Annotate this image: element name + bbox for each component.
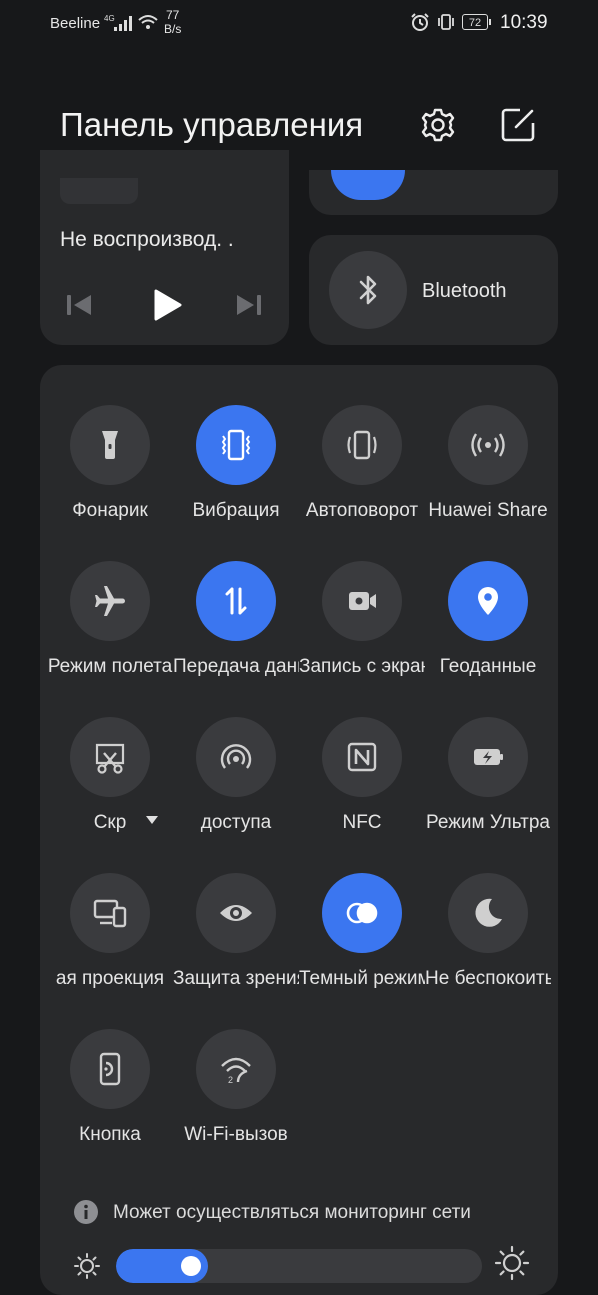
tile-label: Геоданные [439,656,537,677]
signal-icon: 4G [104,14,132,31]
data-transfer-icon [225,587,247,615]
ultra-battery-icon [474,749,503,765]
tile-nfc-button[interactable] [322,717,402,797]
network-speed: 77 B/s [164,8,182,36]
tile-label: Автоповорот [305,500,419,521]
tile-label: Режим Ультра [426,812,550,833]
tile-location-button[interactable] [448,561,528,641]
camera-icon [349,592,376,610]
tile-eye-button[interactable] [196,873,276,953]
tile-auto-rotate-button[interactable] [322,405,402,485]
bluetooth-label: Bluetooth [422,280,507,302]
tile-label: Темный режим [299,968,425,989]
wifi-card[interactable] [309,170,558,215]
hotspot-icon [220,744,252,769]
brightness-high-icon [494,1245,530,1281]
tile-label: Не беспокоить [425,968,551,989]
tile-hotspot-button[interactable] [196,717,276,797]
screenshot-icon [95,743,125,774]
nfc-icon [347,742,377,772]
brightness-low-icon [74,1253,100,1279]
tile-data-transfer-button[interactable] [196,561,276,641]
tile-camera-button[interactable] [322,561,402,641]
tile-label: NFC [342,812,382,833]
tile-label: Кнопка [79,1124,141,1145]
tile-label: Передача данных [173,656,299,677]
share-icon [471,433,505,457]
tile-label: Wi-Fi-вызов [184,1124,288,1145]
chevron-down-icon[interactable] [146,816,158,824]
tile-label: Вибрация [192,500,280,521]
tile-label: доступа [200,812,272,833]
brightness-knob[interactable] [181,1256,201,1276]
info-icon [74,1200,98,1224]
bluetooth-icon [359,275,377,305]
clock: 10:39 [500,12,548,33]
tile-label: Режим полета [47,656,173,677]
tile-projection-button[interactable] [70,873,150,953]
tile-moon-button[interactable] [448,873,528,953]
tile-label: Фонарик [72,500,148,521]
page-title: Панель управления [60,106,364,143]
media-status: Не воспроизвод. . [60,228,234,251]
moon-icon [475,898,502,927]
album-art [60,178,138,204]
battery-indicator: 72 [462,14,491,30]
gear-icon[interactable] [418,105,458,145]
eye-icon [220,905,252,921]
svg-text:2: 2 [228,1075,233,1085]
bluetooth-toggle[interactable] [329,251,407,329]
brightness-slider[interactable] [116,1249,482,1283]
tile-screenshot-button[interactable] [70,717,150,797]
edit-icon[interactable] [498,105,538,145]
next-track-icon[interactable] [234,292,264,318]
tile-vibration-button[interactable] [196,405,276,485]
flashlight-icon [102,431,118,459]
projection-icon [93,899,127,928]
phone-button-icon [99,1052,121,1086]
carrier-name: Beeline [50,15,101,32]
tile-label: Запись с экрана [299,656,425,677]
status-bar: Beeline 4G 77 B/s 72 10:39 [0,0,598,48]
tile-dark-mode-button[interactable] [322,873,402,953]
play-icon[interactable] [148,287,184,323]
tile-wifi-call-button[interactable]: 2 [196,1029,276,1109]
dark-mode-icon [346,902,378,924]
tile-label: Защита зрения [173,968,299,989]
vibrate-status-icon [438,14,454,30]
tile-label: ая проекция [55,968,165,989]
wifi-icon [138,15,158,29]
airplane-icon [95,586,125,616]
location-icon [478,587,498,615]
previous-track-icon[interactable] [64,292,94,318]
tile-flashlight-button[interactable] [70,405,150,485]
alarm-icon [411,13,429,31]
tile-share-button[interactable] [448,405,528,485]
svg-text:4G: 4G [104,14,115,23]
network-monitoring-notice: Может осуществляться мониторинг сети [113,1202,471,1223]
tile-phone-button-button[interactable] [70,1029,150,1109]
vibration-icon [221,429,251,461]
wifi-call-icon: 2 [221,1057,251,1085]
tile-ultra-battery-button[interactable] [448,717,528,797]
auto-rotate-icon [347,430,377,460]
tile-label: Huawei Share [428,500,548,521]
tile-airplane-button[interactable] [70,561,150,641]
wifi-toggle[interactable] [331,170,405,200]
